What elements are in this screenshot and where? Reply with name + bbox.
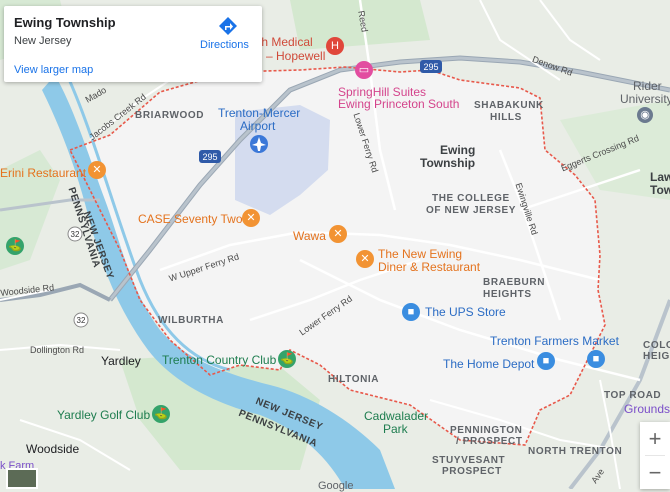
label-college-1: THE COLLEGE (432, 193, 510, 204)
view-larger-map-link[interactable]: View larger map (14, 64, 93, 76)
label-stuyvesant-1: STUYVESANT (432, 455, 506, 466)
landmark-icon[interactable]: ◉ (637, 107, 653, 123)
label-rider-2: University (620, 92, 670, 106)
shopping-icon[interactable]: ■ (402, 303, 420, 321)
poi-home-depot[interactable]: The Home Depot (443, 357, 534, 371)
restaurant-icon[interactable]: ✕ (88, 161, 106, 179)
golf-icon[interactable]: ⛳ (152, 405, 170, 423)
label-north-trenton: NORTH TRENTON (528, 446, 623, 457)
poi-golf-club[interactable]: Yardley Golf Club (57, 408, 150, 422)
label-woodside: Woodside (26, 442, 80, 456)
zoom-out-button[interactable]: − (640, 456, 670, 489)
hwy-295-label: 295 (202, 152, 217, 162)
restaurant-icon[interactable]: ✕ (356, 250, 374, 268)
golf-icon[interactable]: ⛳ (278, 350, 296, 368)
label-colo-1: COLO (643, 340, 670, 351)
poi-new-ewing-2[interactable]: Diner & Restaurant (378, 260, 480, 274)
label-hiltonia: HILTONIA (328, 374, 380, 385)
label-wilburtha: WILBURTHA (158, 315, 224, 326)
layer-thumbnail[interactable] (6, 468, 38, 489)
label-pennington-1: PENNINGTON (450, 425, 523, 436)
label-shabakunk-1: SHABAKUNK (474, 100, 544, 111)
directions-label[interactable]: Directions (200, 39, 249, 51)
zoom-in-button[interactable]: + (640, 422, 670, 455)
label-pennington-2: / PROSPECT (456, 436, 523, 447)
label-airport-2: Airport (240, 119, 276, 133)
restaurant-icon[interactable]: ✕ (242, 209, 260, 227)
golf-icon[interactable]: ⛳ (6, 237, 24, 255)
directions-icon[interactable] (217, 15, 239, 37)
label-college-2: OF NEW JERSEY (426, 205, 517, 216)
label-braeburn-1: BRAEBURN (483, 277, 546, 288)
label-cadwalader-2: Park (383, 422, 408, 436)
google-logo: Google (318, 480, 354, 492)
poi-health-2[interactable]: – Hopewell (266, 49, 325, 63)
zoom-control: + − (640, 422, 670, 489)
poi-farmers[interactable]: Trenton Farmers Market (490, 334, 619, 348)
poi-country-club[interactable]: Trenton Country Club (162, 353, 276, 367)
route-32-label-2: 32 (77, 316, 86, 325)
label-stuyvesant-2: PROSPECT (442, 466, 502, 477)
poi-ups[interactable]: The UPS Store (425, 305, 506, 319)
cafe-icon[interactable]: ✕ (329, 225, 347, 243)
label-grounds: Grounds (624, 402, 670, 416)
label-law-2: Tow (650, 183, 670, 197)
label-briarwood: BRIARWOOD (135, 110, 205, 121)
hotel-icon[interactable]: ▭ (355, 61, 373, 79)
hospital-icon[interactable]: H (326, 37, 344, 55)
shopping-cart-icon[interactable]: ■ (587, 350, 605, 368)
place-info-card: Ewing Township New Jersey View larger ma… (4, 6, 262, 82)
poi-wawa[interactable]: Wawa (293, 229, 326, 243)
hwy-295-top-label: 295 (423, 62, 438, 72)
label-colo-2: HEIG (643, 351, 670, 362)
poi-health-1[interactable]: th Medical (258, 35, 313, 49)
label-ewing-2: Township (420, 156, 476, 170)
place-subtitle: New Jersey (14, 35, 72, 47)
label-braeburn-2: HEIGHTS (483, 289, 532, 300)
store-icon[interactable]: ■ (537, 352, 555, 370)
label-shabakunk-2: HILLS (490, 112, 522, 123)
label-yardley: Yardley (101, 354, 141, 368)
poi-case[interactable]: CASE Seventy Two (138, 212, 243, 226)
road-dollington: Dollington Rd (30, 345, 85, 355)
place-title: Ewing Township (14, 15, 116, 30)
poi-springhill-2[interactable]: Ewing Princeton South (338, 97, 459, 111)
label-top-road: TOP ROAD (604, 390, 662, 401)
poi-erini[interactable]: Erini Restaurant (0, 166, 86, 180)
